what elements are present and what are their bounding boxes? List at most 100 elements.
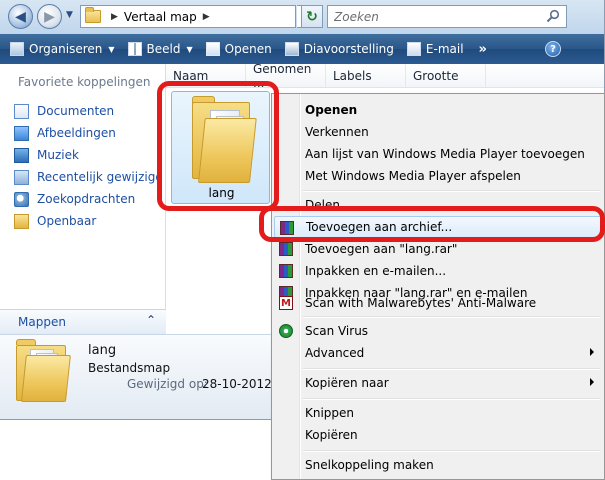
menu-item-open[interactable]: Openen	[274, 99, 602, 121]
navigation-pane: Favoriete koppelingen Documenten Afbeeld…	[0, 64, 166, 334]
more-commands-button[interactable]: »	[479, 42, 487, 57]
file-item-label: lang	[208, 186, 235, 200]
menu-item-play-with-wmp[interactable]: Met Windows Media Player afspelen	[274, 165, 602, 187]
menu-item-copy-to[interactable]: Kopiëren naar	[274, 372, 602, 394]
documents-icon	[14, 103, 29, 119]
search-icon[interactable]	[546, 9, 560, 23]
menu-item-label: Scan with Malwarebytes' Anti-Malware	[305, 296, 537, 310]
open-label: Openen	[224, 42, 272, 56]
nav-item-label: Recentelijk gewijzigd	[37, 170, 163, 184]
nav-item-music[interactable]: Muziek	[14, 144, 163, 166]
email-icon	[406, 42, 421, 56]
back-button[interactable]: ◀	[8, 4, 33, 29]
file-item[interactable]: lang	[171, 91, 270, 204]
forward-arrow-icon: ▶	[44, 8, 55, 25]
breadcrumb-chevron-icon[interactable]: ▶	[111, 12, 118, 22]
menu-item-label: Scan Virus	[305, 324, 369, 338]
menu-separator	[303, 190, 600, 192]
winrar-icon	[279, 242, 293, 256]
menu-item-share[interactable]: Delen...	[274, 194, 602, 216]
breadcrumb-current[interactable]: Vertaal map	[124, 10, 197, 24]
organize-button[interactable]: Organiseren ▼	[10, 42, 115, 56]
column-header-tags[interactable]: Labels	[326, 63, 406, 88]
searches-icon	[14, 191, 29, 207]
chevron-down-icon: ▼	[186, 44, 193, 54]
antivirus-icon	[279, 324, 293, 338]
folders-label: Mappen	[18, 315, 66, 329]
menu-item-label: Knippen	[305, 406, 355, 420]
chevron-down-icon: ▼	[108, 44, 115, 54]
search-box[interactable]	[327, 5, 567, 28]
menu-item-add-to-rar[interactable]: Toevoegen aan "lang.rar"	[274, 238, 602, 260]
menu-item-scan-malwarebytes[interactable]: M Scan with Malwarebytes' Anti-Malware	[274, 292, 602, 314]
column-header-size[interactable]: Grootte	[406, 63, 486, 88]
menu-separator	[303, 398, 600, 400]
menu-item-label: Snelkoppeling maken	[305, 458, 434, 472]
nav-item-searches[interactable]: Zoekopdrachten	[14, 188, 163, 210]
menu-item-label: Toevoegen aan "lang.rar"	[305, 242, 458, 256]
pictures-icon	[14, 125, 29, 141]
nav-item-documents[interactable]: Documenten	[14, 100, 163, 122]
refresh-button[interactable]: ↻	[301, 5, 323, 28]
folders-toggle[interactable]: Mappen ⌃	[0, 309, 166, 334]
nav-item-label: Documenten	[37, 104, 115, 118]
details-item-type: Bestandsmap	[88, 361, 171, 375]
menu-item-cut[interactable]: Knippen	[274, 402, 602, 424]
menu-item-label: Aan lijst van Windows Media Player toevo…	[305, 147, 585, 161]
views-button[interactable]: Beeld ▼	[127, 42, 193, 56]
menu-item-label: Met Windows Media Player afspelen	[305, 169, 521, 183]
menu-item-compress-and-email[interactable]: Inpakken en e-mailen...	[274, 260, 602, 282]
folder-icon	[192, 96, 257, 182]
menu-separator	[303, 450, 600, 452]
menu-item-create-shortcut[interactable]: Snelkoppeling maken	[274, 454, 602, 476]
menu-item-copy[interactable]: Kopiëren	[274, 424, 602, 446]
menu-item-scan-virus[interactable]: Scan Virus	[274, 320, 602, 342]
menu-item-label: Toevoegen aan archief...	[306, 220, 453, 234]
context-menu: Openen Verkennen Aan lijst van Windows M…	[271, 93, 605, 480]
winrar-icon	[280, 221, 294, 235]
menu-item-label: Kopiëren naar	[305, 376, 389, 390]
recent-pages-dropdown[interactable]: ▼	[66, 10, 76, 22]
favorite-links-heading: Favoriete koppelingen	[18, 75, 151, 89]
chevron-up-icon: ⌃	[145, 313, 156, 327]
public-folder-icon	[14, 213, 29, 229]
email-button[interactable]: E-mail	[406, 42, 464, 56]
organize-icon	[10, 42, 24, 56]
search-input[interactable]	[334, 9, 534, 24]
nav-item-label: Afbeeldingen	[37, 126, 116, 140]
menu-item-add-to-archive[interactable]: Toevoegen aan archief...	[274, 216, 602, 238]
menu-item-add-to-wmp-list[interactable]: Aan lijst van Windows Media Player toevo…	[274, 143, 602, 165]
forward-button[interactable]: ▶	[37, 4, 62, 29]
breadcrumb-chevron-icon[interactable]: ▶	[203, 12, 210, 22]
folder-icon	[16, 339, 71, 401]
nav-item-recently-changed[interactable]: Recentelijk gewijzigd	[14, 166, 163, 188]
open-button[interactable]: Openen	[205, 42, 272, 56]
folder-icon	[85, 7, 101, 23]
help-button[interactable]: ?	[545, 41, 561, 57]
column-header-name[interactable]: Naam	[166, 63, 246, 88]
address-bar: ◀ ▶ ▼ ▶ Vertaal map ▶ ▼ ↻	[0, 0, 604, 34]
slideshow-button[interactable]: Diavoorstelling	[284, 42, 394, 56]
menu-item-advanced[interactable]: Advanced	[274, 342, 602, 364]
nav-item-pictures[interactable]: Afbeeldingen	[14, 122, 163, 144]
column-headers: Naam Genomen ... Labels Grootte	[166, 62, 604, 90]
menu-separator	[303, 368, 600, 370]
address-field[interactable]: ▶ Vertaal map ▶	[80, 5, 296, 28]
menu-item-label: Kopiëren	[305, 428, 358, 442]
details-modified-label: Gewijzigd op:	[127, 377, 208, 391]
nav-item-public[interactable]: Openbaar	[14, 210, 163, 232]
submenu-arrow-icon	[590, 348, 594, 356]
submenu-arrow-icon	[590, 378, 594, 386]
column-header-date-taken[interactable]: Genomen ...	[246, 62, 326, 90]
recently-changed-icon	[14, 169, 29, 185]
command-bar: Organiseren ▼ Beeld ▼ Openen Diavoorstel…	[0, 34, 604, 64]
refresh-icon: ↻	[306, 8, 318, 25]
back-arrow-icon: ◀	[15, 8, 26, 25]
organize-label: Organiseren	[29, 42, 103, 56]
menu-separator	[303, 316, 600, 318]
menu-item-label: Inpakken en e-mailen...	[305, 264, 447, 278]
nav-item-label: Muziek	[37, 148, 79, 162]
menu-item-explore[interactable]: Verkennen	[274, 121, 602, 143]
menu-item-label: Advanced	[305, 346, 365, 360]
winrar-icon	[279, 264, 293, 278]
